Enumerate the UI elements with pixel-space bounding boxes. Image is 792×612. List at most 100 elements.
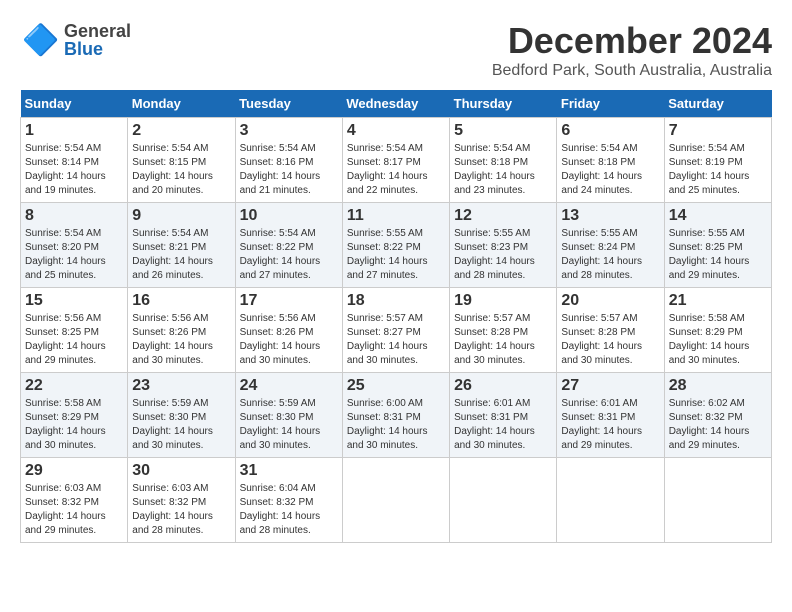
- calendar-cell: 28 Sunrise: 6:02 AM Sunset: 8:32 PM Dayli…: [664, 373, 771, 458]
- day-info: Sunrise: 6:03 AM Sunset: 8:32 PM Dayligh…: [132, 482, 230, 538]
- weekday-header-wednesday: Wednesday: [342, 90, 449, 118]
- day-info: Sunrise: 6:03 AM Sunset: 8:32 PM Dayligh…: [25, 482, 123, 538]
- day-info: Sunrise: 6:02 AM Sunset: 8:32 PM Dayligh…: [669, 397, 767, 453]
- calendar-cell: 27 Sunrise: 6:01 AM Sunset: 8:31 PM Dayli…: [557, 373, 664, 458]
- weekday-header-monday: Monday: [128, 90, 235, 118]
- location-title: Bedford Park, South Australia, Australia: [492, 62, 772, 80]
- day-number: 5: [454, 122, 552, 140]
- day-number: 8: [25, 207, 123, 225]
- calendar-table: SundayMondayTuesdayWednesdayThursdayFrid…: [20, 90, 772, 543]
- day-info: Sunrise: 5:58 AM Sunset: 8:29 PM Dayligh…: [25, 397, 123, 453]
- weekday-header-sunday: Sunday: [21, 90, 128, 118]
- calendar-cell: 12Sunrise: 5:55 AM Sunset: 8:23 PM Dayli…: [450, 203, 557, 288]
- calendar-header: SundayMondayTuesdayWednesdayThursdayFrid…: [21, 90, 772, 118]
- day-number: 7: [669, 122, 767, 140]
- day-number: 21: [669, 292, 767, 310]
- day-info: Sunrise: 5:54 AM Sunset: 8:18 PM Dayligh…: [561, 142, 659, 198]
- logo: 🔷 General Blue: [20, 20, 131, 60]
- day-number: 3: [240, 122, 338, 140]
- day-info: Sunrise: 5:54 AM Sunset: 8:14 PM Dayligh…: [25, 142, 123, 198]
- day-info: Sunrise: 5:54 AM Sunset: 8:19 PM Dayligh…: [669, 142, 767, 198]
- day-info: Sunrise: 5:57 AM Sunset: 8:28 PM Dayligh…: [454, 312, 552, 368]
- day-number: 27: [561, 377, 659, 395]
- calendar-cell: 30 Sunrise: 6:03 AM Sunset: 8:32 PM Dayli…: [128, 458, 235, 543]
- calendar-body: 1 Sunrise: 5:54 AM Sunset: 8:14 PM Daylig…: [21, 118, 772, 543]
- calendar-week-row: 1 Sunrise: 5:54 AM Sunset: 8:14 PM Daylig…: [21, 118, 772, 203]
- day-info: Sunrise: 6:00 AM Sunset: 8:31 PM Dayligh…: [347, 397, 445, 453]
- day-info: Sunrise: 5:54 AM Sunset: 8:17 PM Dayligh…: [347, 142, 445, 198]
- calendar-cell: 25Sunrise: 6:00 AM Sunset: 8:31 PM Dayli…: [342, 373, 449, 458]
- weekday-header-thursday: Thursday: [450, 90, 557, 118]
- day-number: 31: [240, 462, 338, 480]
- calendar-cell: 8Sunrise: 5:54 AM Sunset: 8:20 PM Daylig…: [21, 203, 128, 288]
- calendar-cell: 26Sunrise: 6:01 AM Sunset: 8:31 PM Dayli…: [450, 373, 557, 458]
- calendar-cell: 6 Sunrise: 5:54 AM Sunset: 8:18 PM Daylig…: [557, 118, 664, 203]
- logo-blue: Blue: [64, 40, 131, 58]
- calendar-week-row: 22 Sunrise: 5:58 AM Sunset: 8:29 PM Dayli…: [21, 373, 772, 458]
- calendar-cell: 2 Sunrise: 5:54 AM Sunset: 8:15 PM Daylig…: [128, 118, 235, 203]
- weekday-header-tuesday: Tuesday: [235, 90, 342, 118]
- month-title: December 2024: [492, 20, 772, 62]
- calendar-cell: 22 Sunrise: 5:58 AM Sunset: 8:29 PM Dayli…: [21, 373, 128, 458]
- day-info: Sunrise: 5:54 AM Sunset: 8:22 PM Dayligh…: [240, 227, 338, 283]
- calendar-cell: [557, 458, 664, 543]
- day-number: 1: [25, 122, 123, 140]
- svg-text:🔷: 🔷: [22, 22, 59, 57]
- calendar-cell: 5Sunrise: 5:54 AM Sunset: 8:18 PM Daylig…: [450, 118, 557, 203]
- day-info: Sunrise: 6:01 AM Sunset: 8:31 PM Dayligh…: [561, 397, 659, 453]
- day-number: 9: [132, 207, 230, 225]
- calendar-cell: 1 Sunrise: 5:54 AM Sunset: 8:14 PM Daylig…: [21, 118, 128, 203]
- title-block: December 2024 Bedford Park, South Austra…: [492, 20, 772, 80]
- calendar-cell: 11Sunrise: 5:55 AM Sunset: 8:22 PM Dayli…: [342, 203, 449, 288]
- day-info: Sunrise: 5:56 AM Sunset: 8:25 PM Dayligh…: [25, 312, 123, 368]
- day-number: 2: [132, 122, 230, 140]
- day-number: 17: [240, 292, 338, 310]
- day-number: 30: [132, 462, 230, 480]
- day-number: 19: [454, 292, 552, 310]
- day-number: 24: [240, 377, 338, 395]
- day-info: Sunrise: 5:55 AM Sunset: 8:24 PM Dayligh…: [561, 227, 659, 283]
- calendar-cell: 9Sunrise: 5:54 AM Sunset: 8:21 PM Daylig…: [128, 203, 235, 288]
- day-number: 20: [561, 292, 659, 310]
- calendar-cell: 17Sunrise: 5:56 AM Sunset: 8:26 PM Dayli…: [235, 288, 342, 373]
- day-number: 15: [25, 292, 123, 310]
- day-number: 16: [132, 292, 230, 310]
- weekday-header-saturday: Saturday: [664, 90, 771, 118]
- day-number: 4: [347, 122, 445, 140]
- calendar-cell: 21 Sunrise: 5:58 AM Sunset: 8:29 PM Dayli…: [664, 288, 771, 373]
- day-info: Sunrise: 5:56 AM Sunset: 8:26 PM Dayligh…: [132, 312, 230, 368]
- day-number: 13: [561, 207, 659, 225]
- calendar-cell: 7 Sunrise: 5:54 AM Sunset: 8:19 PM Daylig…: [664, 118, 771, 203]
- day-number: 28: [669, 377, 767, 395]
- calendar-cell: 13 Sunrise: 5:55 AM Sunset: 8:24 PM Dayli…: [557, 203, 664, 288]
- logo-text: General Blue: [64, 22, 131, 58]
- calendar-cell: 10 Sunrise: 5:54 AM Sunset: 8:22 PM Dayli…: [235, 203, 342, 288]
- calendar-cell: 14 Sunrise: 5:55 AM Sunset: 8:25 PM Dayli…: [664, 203, 771, 288]
- day-number: 6: [561, 122, 659, 140]
- logo-icon: 🔷: [20, 20, 60, 60]
- calendar-week-row: 29 Sunrise: 6:03 AM Sunset: 8:32 PM Dayli…: [21, 458, 772, 543]
- calendar-cell: 29 Sunrise: 6:03 AM Sunset: 8:32 PM Dayli…: [21, 458, 128, 543]
- day-info: Sunrise: 6:01 AM Sunset: 8:31 PM Dayligh…: [454, 397, 552, 453]
- calendar-cell: [450, 458, 557, 543]
- day-number: 10: [240, 207, 338, 225]
- calendar-cell: 19 Sunrise: 5:57 AM Sunset: 8:28 PM Dayli…: [450, 288, 557, 373]
- day-info: Sunrise: 5:58 AM Sunset: 8:29 PM Dayligh…: [669, 312, 767, 368]
- calendar-cell: [342, 458, 449, 543]
- calendar-cell: 15 Sunrise: 5:56 AM Sunset: 8:25 PM Dayli…: [21, 288, 128, 373]
- weekday-header-friday: Friday: [557, 90, 664, 118]
- calendar-cell: 20 Sunrise: 5:57 AM Sunset: 8:28 PM Dayli…: [557, 288, 664, 373]
- day-info: Sunrise: 5:55 AM Sunset: 8:25 PM Dayligh…: [669, 227, 767, 283]
- calendar-cell: 23Sunrise: 5:59 AM Sunset: 8:30 PM Dayli…: [128, 373, 235, 458]
- day-info: Sunrise: 5:59 AM Sunset: 8:30 PM Dayligh…: [132, 397, 230, 453]
- day-info: Sunrise: 5:55 AM Sunset: 8:22 PM Dayligh…: [347, 227, 445, 283]
- day-number: 29: [25, 462, 123, 480]
- calendar-cell: 3Sunrise: 5:54 AM Sunset: 8:16 PM Daylig…: [235, 118, 342, 203]
- day-info: Sunrise: 5:59 AM Sunset: 8:30 PM Dayligh…: [240, 397, 338, 453]
- day-info: Sunrise: 5:54 AM Sunset: 8:15 PM Dayligh…: [132, 142, 230, 198]
- calendar-cell: [664, 458, 771, 543]
- day-number: 22: [25, 377, 123, 395]
- day-info: Sunrise: 5:57 AM Sunset: 8:28 PM Dayligh…: [561, 312, 659, 368]
- calendar-cell: 16 Sunrise: 5:56 AM Sunset: 8:26 PM Dayli…: [128, 288, 235, 373]
- day-number: 14: [669, 207, 767, 225]
